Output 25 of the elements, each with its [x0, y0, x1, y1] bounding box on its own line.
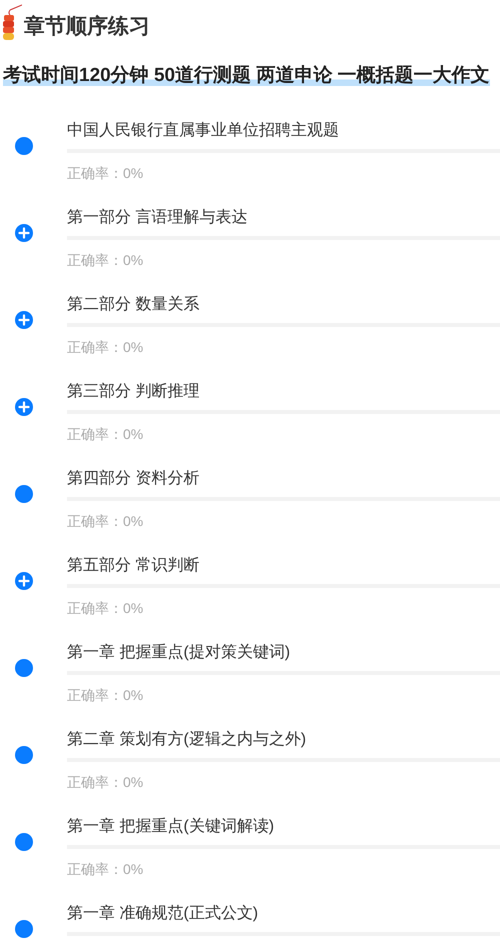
accuracy-text: 正确率：0%	[67, 164, 144, 182]
chapter-title[interactable]: 第四部分 资料分析	[67, 466, 500, 490]
chapter-title[interactable]: 第三部分 判断推理	[67, 380, 500, 404]
chapter-title[interactable]: 第一章 准确规范(正式公文)	[67, 902, 500, 926]
chapter-title[interactable]: 第一章 把握重点(关键词解读)	[67, 814, 500, 838]
accuracy-text: 正确率：0%	[67, 860, 144, 878]
exam-info: 考试时间120分钟 50道行测题 两道申论 一概括题一大作文	[3, 65, 490, 86]
accuracy-text: 正确率：0%	[67, 772, 144, 792]
chapter-title[interactable]: 第二部分 数量关系	[67, 292, 500, 316]
chapter-title[interactable]: 第五部分 常识判断	[67, 554, 500, 578]
chapter-title[interactable]: 第一章 把握重点(提对策关键词)	[67, 640, 500, 664]
chapter-title[interactable]: 第一部分 言语理解与表达	[67, 206, 500, 230]
plus-icon[interactable]	[15, 224, 33, 242]
plus-icon[interactable]	[15, 572, 33, 590]
accuracy-text: 正确率：0%	[67, 512, 144, 530]
accuracy-text: 正确率：0%	[67, 598, 144, 618]
accuracy-text: 正确率：0%	[67, 424, 144, 444]
plus-icon[interactable]	[15, 310, 33, 328]
chapter-title[interactable]: 中国人民银行直属事业单位招聘主观题	[67, 118, 500, 142]
accuracy-text: 正确率：0%	[67, 250, 144, 270]
accuracy-text: 正确率：0%	[67, 686, 144, 704]
accuracy-text: 正确率：0%	[67, 338, 144, 356]
chapter-title[interactable]: 第二章 策划有方(逻辑之内与之外)	[67, 728, 500, 752]
page-title: 章节顺序练习	[24, 14, 150, 40]
plus-icon[interactable]	[15, 398, 33, 416]
